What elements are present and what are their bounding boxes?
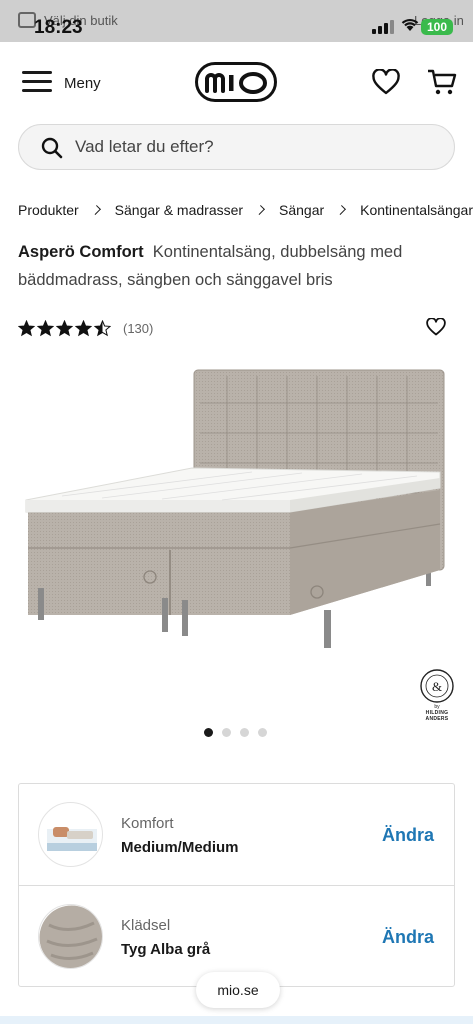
brand-text: HILDING ANDERS [425,710,449,722]
comfort-thumbnail [38,802,103,867]
product-title: Asperö Comfort Kontinentalsäng, dubbelsä… [18,238,458,294]
wishlist-heart-icon[interactable] [426,318,446,336]
option-fabric: Klädsel Tyg Alba grå Ändra [19,885,454,986]
breadcrumb-item-produkter[interactable]: Produkter [18,202,79,218]
site-header: Meny [0,42,473,124]
carousel-dots [204,728,267,737]
rating[interactable]: (130) [18,318,153,338]
rating-count[interactable]: (130) [123,321,153,336]
breadcrumb-item-kontinentalsangar[interactable]: Kontinentalsängar [360,202,473,218]
cart-icon[interactable] [427,68,457,96]
product-image-bed[interactable] [22,360,452,660]
chevron-right-icon [90,205,101,215]
battery-indicator: 100 [421,19,453,35]
search-input[interactable] [75,125,435,169]
star-icon [56,319,73,336]
favorites-heart-icon[interactable] [372,69,400,95]
url-pill[interactable]: mio.se [196,972,280,1008]
star-icon [18,319,35,336]
wifi-icon [401,18,419,31]
star-icon [37,319,54,336]
product-name: Asperö Comfort [18,243,144,261]
carousel-dot[interactable] [258,728,267,737]
status-bar: Välj din butik 18:23 Logga in 100 [0,0,473,42]
search-bar[interactable] [18,124,455,170]
star-icon [75,319,92,336]
option-value: Tyg Alba grå [121,941,211,958]
menu-icon[interactable] [22,71,52,93]
mio-logo[interactable] [195,62,277,102]
chevron-right-icon [255,205,265,215]
change-comfort-button[interactable]: Ändra [382,825,434,846]
carousel-dot[interactable] [204,728,213,737]
option-comfort: Komfort Medium/Medium Ändra [19,784,454,885]
star-icon [94,319,111,336]
option-label: Klädsel [121,917,171,934]
hilding-anders-seal-icon: & by [420,669,454,710]
search-icon [41,137,63,159]
change-fabric-button[interactable]: Ändra [382,927,434,948]
chevron-right-icon [336,205,347,215]
breadcrumb: Produkter Sängar & madrasser Sängar Kont… [18,200,473,220]
option-label: Komfort [121,815,174,832]
option-value: Medium/Medium [121,839,239,856]
product-options: Komfort Medium/Medium Ändra Klädsel Tyg … [18,783,455,987]
carousel-dot[interactable] [240,728,249,737]
menu-label[interactable]: Meny [64,75,101,92]
clock: 18:23 [34,17,83,38]
svg-text:&: & [432,679,442,694]
rating-stars [18,319,111,337]
fabric-thumbnail [38,904,103,969]
bottom-band [0,1016,473,1024]
cellular-signal-icon [372,18,394,34]
hilding-anders-logo: & by HILDING ANDERS [418,666,456,722]
breadcrumb-item-sangar[interactable]: Sängar [279,202,324,218]
breadcrumb-item-sangar-madrasser[interactable]: Sängar & madrasser [115,202,243,218]
carousel-dot[interactable] [222,728,231,737]
